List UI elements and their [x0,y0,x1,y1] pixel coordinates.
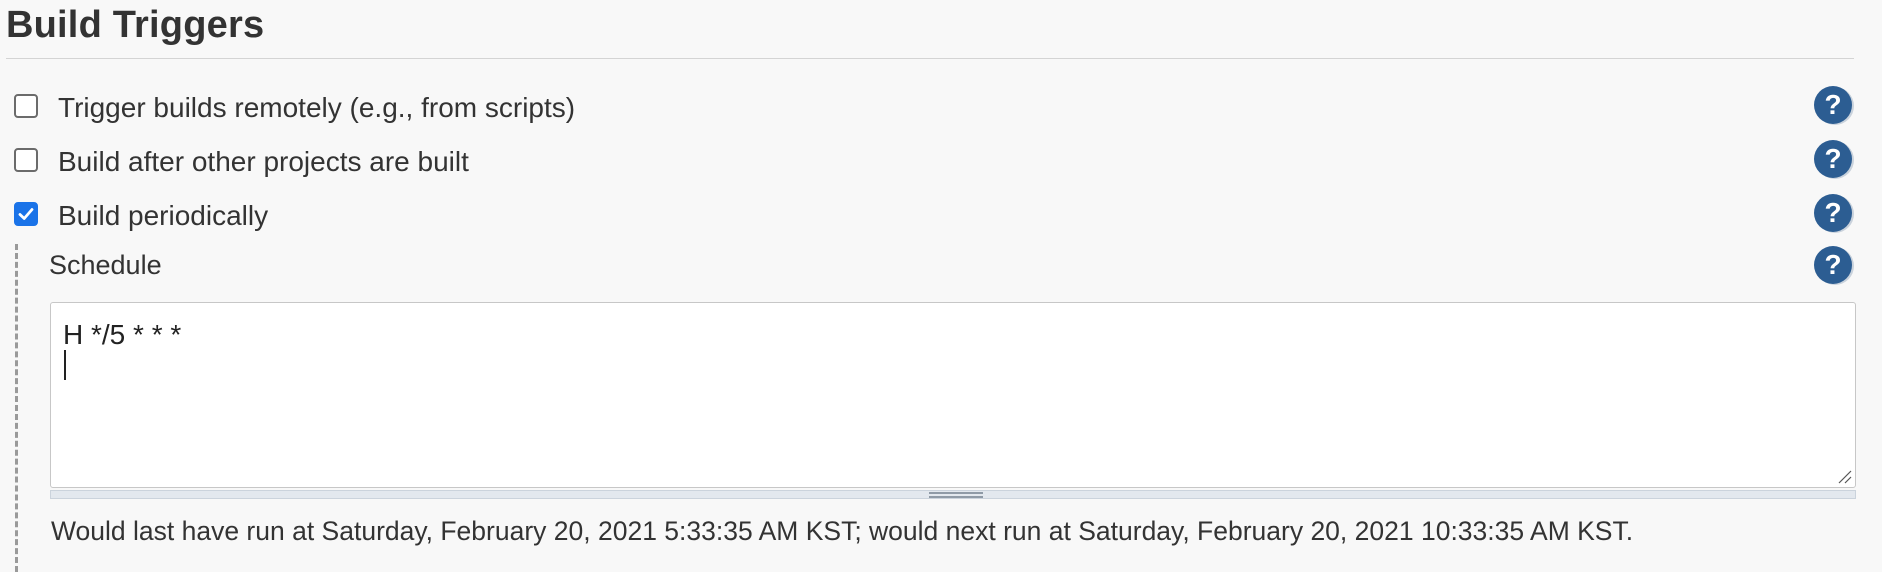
build-periodically-checkbox[interactable] [14,202,38,226]
build-after-other-label[interactable]: Build after other projects are built [58,146,469,178]
schedule-info-text: Would last have run at Saturday, Februar… [51,516,1634,546]
grip-line [929,496,983,498]
trigger-row-periodically: Build periodically [0,194,1860,234]
checkmark-icon [18,208,34,220]
nested-section-indicator [15,244,18,572]
question-mark-icon[interactable]: ? [1814,140,1852,178]
title-divider [6,58,1854,59]
build-after-other-checkbox[interactable] [14,148,38,172]
trigger-remotely-checkbox[interactable] [14,94,38,118]
schedule-label: Schedule [49,250,162,280]
text-caret [64,350,66,380]
trigger-row-after-other: Build after other projects are built [0,140,1860,180]
section-title: Build Triggers [6,4,265,46]
trigger-remotely-label[interactable]: Trigger builds remotely (e.g., from scri… [58,92,575,124]
question-mark-icon[interactable]: ? [1814,194,1852,232]
trigger-row-remote: Trigger builds remotely (e.g., from scri… [0,86,1860,126]
question-mark-icon[interactable]: ? [1814,246,1852,284]
question-mark-icon[interactable]: ? [1814,86,1852,124]
build-triggers-section: Build Triggers Trigger builds remotely (… [0,0,1882,572]
schedule-textarea[interactable] [51,303,1855,487]
textarea-resize-handle[interactable] [50,490,1856,499]
schedule-textarea-container [50,302,1856,488]
resize-grip-icon[interactable] [1836,468,1852,484]
build-periodically-label[interactable]: Build periodically [58,200,268,232]
grip-line [929,492,983,494]
